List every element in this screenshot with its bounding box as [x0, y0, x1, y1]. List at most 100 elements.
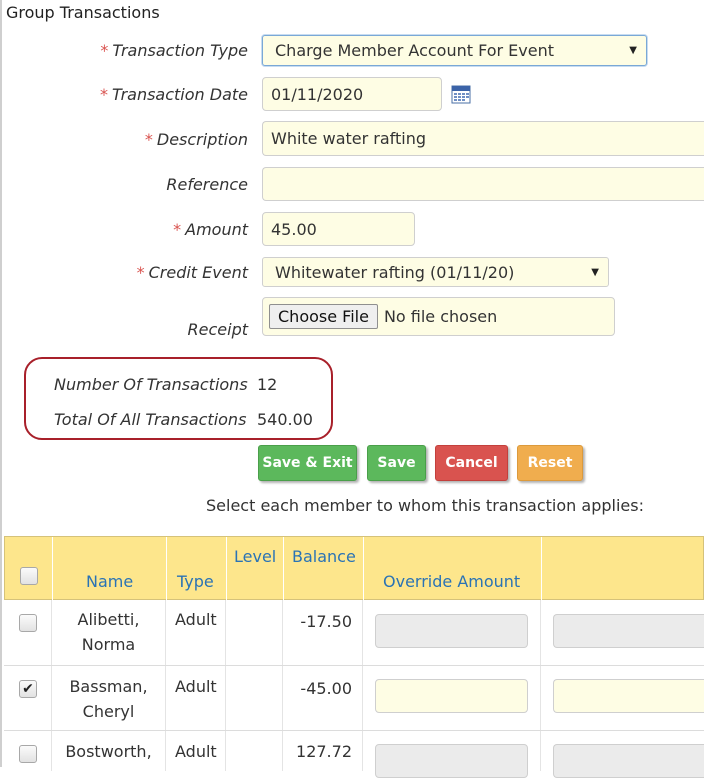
required-marker: * [100, 41, 109, 60]
row-checkbox[interactable]: ✔ [19, 680, 37, 698]
description-label-text: Description [156, 130, 248, 149]
header-select-all [5, 537, 53, 601]
triangle-down-icon: ▼ [629, 45, 637, 56]
row-type: Adult [166, 666, 226, 730]
row-name-line2: Norma [81, 635, 136, 654]
select-all-checkbox[interactable] [20, 567, 38, 585]
required-marker: * [100, 85, 109, 104]
description-label: * Description [145, 130, 248, 149]
row-type-text: Adult [175, 610, 217, 629]
transaction-type-value: Charge Member Account For Event [275, 41, 555, 60]
checkmark-icon: ✔ [22, 681, 34, 697]
required-marker: * [173, 220, 182, 239]
transaction-total-value: 540.00 [257, 410, 313, 429]
row-balance-text: 127.72 [296, 742, 352, 761]
row-balance-text: -17.50 [300, 612, 352, 631]
row-checkbox[interactable] [19, 745, 37, 763]
receipt-file-field[interactable]: Choose File No file chosen [262, 297, 615, 336]
table-header: Name Type Level Balance Override Amount [4, 536, 704, 601]
credit-event-value: Whitewater rafting (01/11/20) [275, 262, 515, 282]
transaction-total-label: Total Of All Transactions [54, 410, 247, 429]
row-extra-cell [541, 731, 704, 778]
transaction-date-label: * Transaction Date [100, 85, 248, 104]
override-amount-input[interactable] [375, 679, 528, 713]
row-name-line1: Alibetti, [77, 610, 140, 629]
row-extra-input[interactable] [553, 744, 704, 778]
save-exit-button[interactable]: Save & Exit [258, 445, 357, 481]
transaction-type-label-text: Transaction Type [112, 41, 248, 60]
header-override-amount[interactable]: Override Amount [364, 537, 542, 601]
table-row: ✔ Bassman, Cheryl Adult -45.00 [4, 666, 704, 731]
amount-input[interactable]: 45.00 [262, 212, 415, 246]
header-level-text: Level [234, 547, 277, 566]
credit-event-label-text: Credit Event [148, 263, 248, 282]
row-type-text: Adult [175, 677, 217, 696]
description-input[interactable]: White water rafting [262, 121, 704, 156]
reset-button[interactable]: Reset [517, 445, 583, 481]
calendar-icon[interactable] [451, 84, 471, 104]
row-type: Adult [166, 731, 226, 771]
table-row: Bostworth, Adult 127.72 [4, 731, 704, 778]
row-level [226, 666, 283, 730]
header-override-text: Override Amount [383, 572, 521, 591]
required-marker: * [144, 130, 153, 149]
row-checkbox[interactable] [19, 614, 37, 632]
transaction-date-label-text: Transaction Date [112, 85, 248, 104]
override-amount-input[interactable] [375, 614, 528, 648]
header-extra [542, 537, 704, 601]
row-select-cell: ✔ [4, 666, 52, 730]
page-left-border [0, 0, 2, 767]
transaction-count-value: 12 [257, 375, 278, 394]
header-type[interactable]: Type [167, 537, 227, 601]
header-balance-text: Balance [292, 547, 356, 566]
row-name-line1: Bostworth, [65, 742, 152, 761]
row-name: Bostworth, [52, 731, 166, 771]
header-name[interactable]: Name [53, 537, 167, 601]
row-type: Adult [166, 600, 226, 665]
required-marker: * [136, 263, 145, 282]
reference-input[interactable] [262, 167, 704, 201]
row-name-line1: Bassman, [69, 677, 148, 696]
row-name: Bassman, Cheryl [52, 666, 166, 730]
row-override-cell [363, 731, 541, 778]
row-balance: -17.50 [283, 600, 363, 665]
transaction-count-label: Number Of Transactions [54, 375, 248, 394]
cancel-button[interactable]: Cancel [435, 445, 508, 481]
row-name: Alibetti, Norma [52, 600, 166, 665]
row-balance: -45.00 [283, 666, 363, 730]
row-extra-cell [541, 666, 704, 730]
reference-label: Reference [166, 175, 248, 194]
member-selection-instruction: Select each member to whom this transact… [206, 496, 644, 515]
row-level [226, 731, 283, 771]
header-type-text: Type [177, 572, 214, 591]
triangle-down-icon: ▼ [591, 266, 599, 278]
transaction-date-input[interactable]: 01/11/2020 [262, 77, 442, 111]
row-override-cell [363, 666, 541, 730]
row-extra-cell [541, 600, 704, 665]
section-title: Group Transactions [6, 3, 160, 22]
header-name-text: Name [86, 572, 134, 591]
table-row: Alibetti, Norma Adult -17.50 [4, 600, 704, 666]
row-name-line2: Cheryl [82, 702, 135, 721]
file-status: No file chosen [383, 307, 498, 326]
override-amount-input[interactable] [375, 744, 528, 778]
row-type-text: Adult [175, 742, 217, 761]
row-level [226, 600, 283, 665]
transaction-type-select[interactable]: Charge Member Account For Event ▼ [262, 35, 647, 66]
credit-event-label: * Credit Event [137, 263, 248, 282]
row-extra-input[interactable] [553, 614, 704, 648]
row-extra-input[interactable] [553, 679, 704, 713]
amount-label: * Amount [173, 220, 248, 239]
transaction-type-label: * Transaction Type [100, 41, 248, 60]
header-balance[interactable]: Balance [284, 537, 364, 601]
header-level[interactable]: Level [227, 537, 284, 601]
row-balance-text: -45.00 [300, 679, 352, 698]
choose-file-button[interactable]: Choose File [269, 304, 378, 329]
amount-label-text: Amount [185, 220, 248, 239]
credit-event-select[interactable]: Whitewater rafting (01/11/20) ▼ [262, 257, 609, 287]
row-select-cell [4, 600, 52, 665]
row-override-cell [363, 600, 541, 665]
save-button[interactable]: Save [367, 445, 426, 481]
row-select-cell [4, 731, 52, 771]
row-balance: 127.72 [283, 731, 363, 771]
